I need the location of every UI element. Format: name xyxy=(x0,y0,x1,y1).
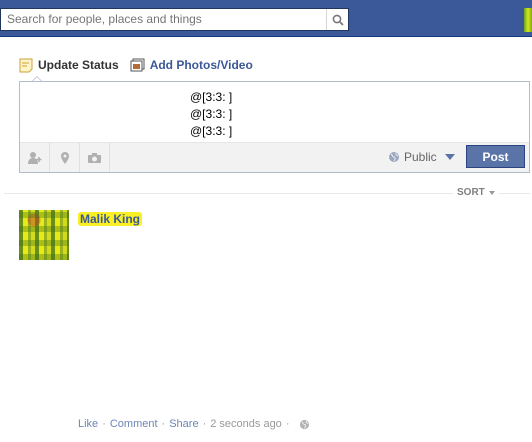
post-button[interactable]: Post xyxy=(466,145,525,168)
composer-text[interactable]: @[3:3: ] @[3:3: ] @[3:3: ] xyxy=(190,89,232,140)
composer-line: @[3:3: ] xyxy=(190,90,233,104)
globe-icon xyxy=(388,151,400,163)
photo-icon xyxy=(130,58,145,72)
like-link[interactable]: Like xyxy=(78,418,98,430)
status-icon xyxy=(19,58,33,73)
search-box[interactable] xyxy=(0,8,349,31)
location-icon[interactable] xyxy=(50,143,80,172)
tab-add-photos-label: Add Photos/Video xyxy=(149,58,253,72)
tag-friends-icon[interactable] xyxy=(20,143,50,172)
feed-divider xyxy=(4,193,530,194)
story-avatar[interactable] xyxy=(19,210,69,260)
camera-icon[interactable] xyxy=(80,143,110,172)
chevron-down-icon xyxy=(488,190,495,195)
story-timestamp[interactable]: 2 seconds ago xyxy=(210,418,282,430)
separator-dot: · xyxy=(285,418,290,430)
separator-dot: · xyxy=(161,418,166,430)
sort-label: SORT xyxy=(457,187,485,198)
story-actions: Like · Comment · Share · 2 seconds ago · xyxy=(78,418,310,430)
sort-menu[interactable]: SORT xyxy=(453,187,499,198)
search-input[interactable] xyxy=(1,9,326,30)
composer-footer: Public Post xyxy=(20,142,529,172)
share-link[interactable]: Share xyxy=(169,418,198,430)
status-composer[interactable]: @[3:3: ] @[3:3: ] @[3:3: ] Public Post xyxy=(19,81,530,173)
composer-line: @[3:3: ] xyxy=(190,124,233,138)
separator-dot: · xyxy=(202,418,207,430)
chevron-down-icon xyxy=(444,154,455,160)
story-author-name[interactable]: Malik King xyxy=(78,212,143,226)
composer-line: @[3:3: ] xyxy=(190,107,233,121)
search-icon xyxy=(332,14,344,26)
audience-globe-icon[interactable] xyxy=(299,419,310,430)
separator-dot: · xyxy=(102,418,106,430)
privacy-selector[interactable]: Public xyxy=(388,150,455,164)
composer-tabs: Update Status Add Photos/Video xyxy=(19,57,264,73)
search-button[interactable] xyxy=(326,9,348,30)
privacy-label: Public xyxy=(404,150,437,164)
comment-link[interactable]: Comment xyxy=(110,418,158,430)
top-bar xyxy=(0,0,532,37)
profile-thumbnail[interactable] xyxy=(524,8,532,32)
tab-update-status-label: Update Status xyxy=(38,58,119,72)
tab-update-status[interactable]: Update Status xyxy=(19,58,119,73)
tab-add-photos[interactable]: Add Photos/Video xyxy=(130,58,253,72)
